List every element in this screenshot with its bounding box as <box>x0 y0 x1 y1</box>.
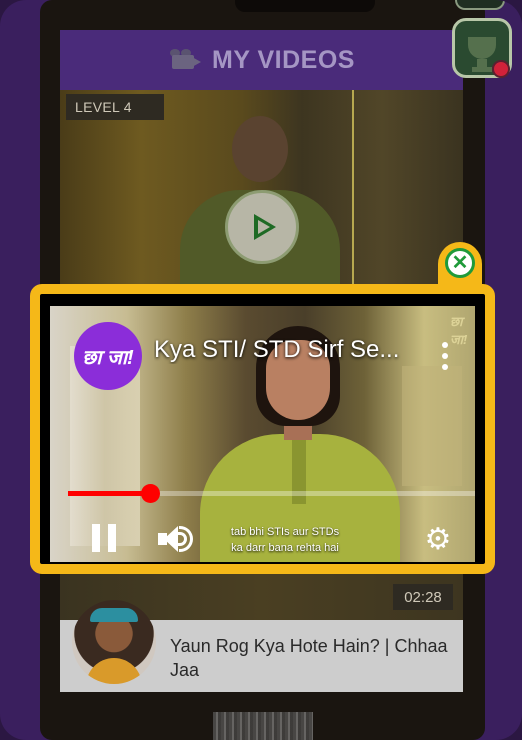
duration-badge: 02:28 <box>393 584 453 610</box>
gear-icon[interactable]: ⚙ <box>424 525 452 555</box>
volume-icon[interactable] <box>158 524 193 554</box>
page-header: MY VIDEOS <box>60 30 463 90</box>
app-background: MY VIDEOS LEVEL 4 02:28 Yaun Rog Kya Hot… <box>0 0 522 740</box>
player-video-title[interactable]: Kya STI/ STD Sirf Se... <box>154 336 424 364</box>
video-surface[interactable]: छा जा! छा जा! Kya STI/ STD Sirf Se... ta… <box>50 306 475 562</box>
caption-line-2: ka darr bana rehta hai <box>231 542 339 554</box>
more-options-icon[interactable] <box>442 342 450 370</box>
video-info-card[interactable]: Yaun Rog Kya Hote Hain? | Chhaa Jaa <box>60 600 463 692</box>
progress-fill <box>68 491 150 496</box>
pause-icon[interactable] <box>92 524 116 552</box>
captions: tab bhi STIs aur STDs ka darr bana rehta… <box>215 524 355 556</box>
character-avatar-icon <box>72 600 156 684</box>
video-title: Yaun Rog Kya Hote Hain? | Chhaa Jaa <box>170 636 448 680</box>
progress-scrubber[interactable] <box>141 484 160 503</box>
channel-watermark: छा जा! <box>450 314 468 347</box>
caption-line-1: tab bhi STIs aur STDs <box>230 526 340 538</box>
bottom-handle <box>213 712 313 740</box>
level-badge: LEVEL 4 <box>66 94 164 120</box>
trophy-icon <box>468 37 496 72</box>
video-camera-icon <box>168 49 202 71</box>
channel-logo[interactable]: छा जा! <box>74 322 142 390</box>
notification-dot <box>492 60 510 78</box>
page-title: MY VIDEOS <box>212 45 355 74</box>
top-right-tab <box>455 0 505 10</box>
video-player: छा जा! छा जा! Kya STI/ STD Sirf Se... ta… <box>30 284 495 574</box>
close-icon: ✕ <box>445 248 475 278</box>
play-icon <box>254 214 276 240</box>
device-notch <box>235 0 375 12</box>
play-button[interactable] <box>225 190 299 264</box>
progress-bar[interactable] <box>68 484 475 503</box>
